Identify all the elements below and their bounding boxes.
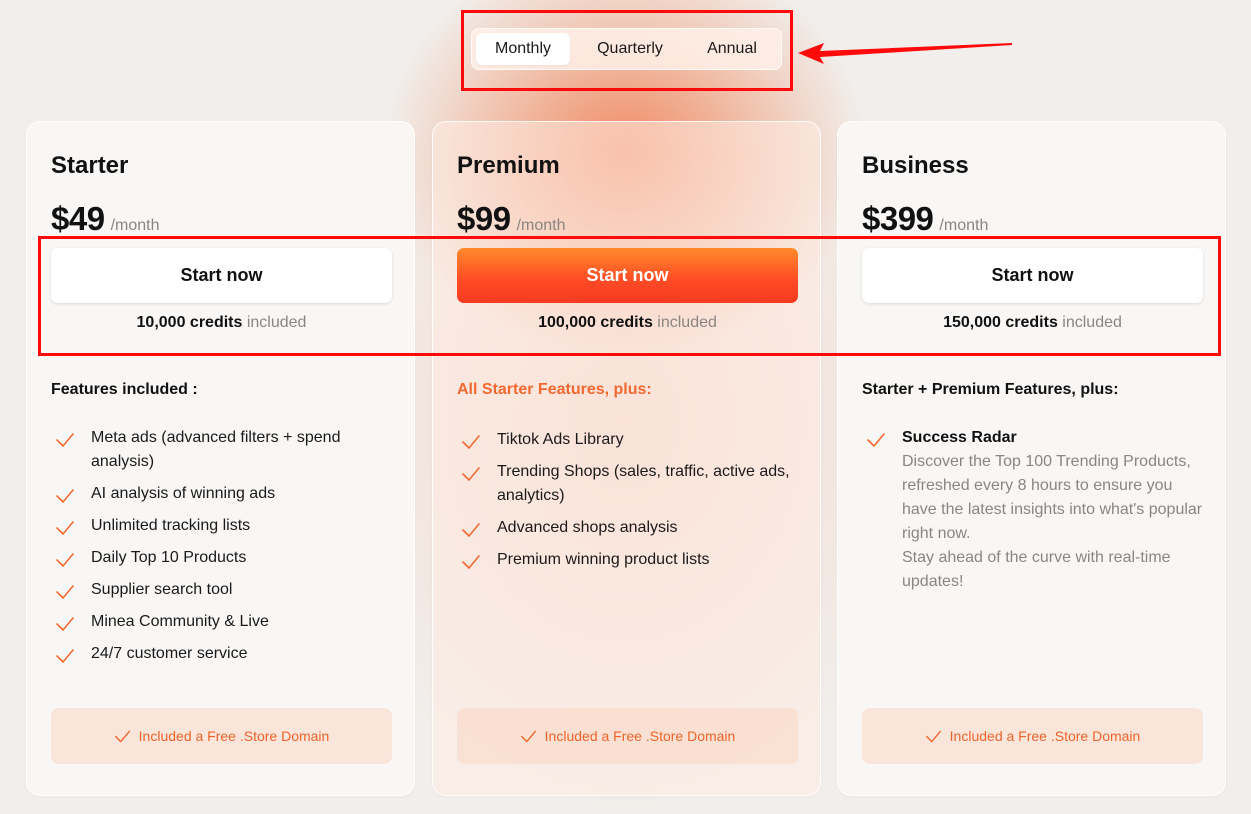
arrow-left-icon [798,43,1012,64]
feature-text: Tiktok Ads Library [497,431,624,448]
check-icon [862,426,902,594]
check-icon [925,730,941,742]
plan-period: /month [516,217,566,234]
free-domain-label: Included a Free .Store Domain [949,728,1141,744]
check-icon [51,482,91,506]
feature-item: Unlimited tracking lists [51,514,396,538]
feature-text: Meta ads (advanced filters + spend analy… [91,429,341,470]
credits-amount: 150,000 credits [943,314,1058,331]
plan-period: /month [110,217,160,234]
credits-info: 150,000 credits included [862,314,1203,332]
feature-item: Supplier search tool [51,578,396,602]
check-icon [51,514,91,538]
check-icon [457,428,497,452]
check-icon [51,546,91,570]
feature-item: Advanced shops analysis [457,516,802,540]
credits-suffix: included [246,314,307,331]
billing-period-toggle[interactable]: Monthly Quarterly Annual [471,28,782,70]
check-icon [114,730,130,742]
feature-text: 24/7 customer service [91,645,248,662]
feature-item: Tiktok Ads Library [457,428,802,452]
check-icon [51,578,91,602]
feature-description: Discover the Top 100 Trending Products, … [902,453,1203,542]
plan-period: /month [939,217,989,234]
feature-text: Daily Top 10 Products [91,549,247,566]
feature-text: Minea Community & Live [91,613,269,630]
feature-item: Minea Community & Live [51,610,396,634]
toggle-annual[interactable]: Annual [690,33,774,65]
features-heading: Features included : [51,381,198,398]
credits-suffix: included [657,314,717,331]
credits-amount: 10,000 credits [136,314,243,331]
free-domain-label: Included a Free .Store Domain [138,728,330,744]
free-domain-note: Included a Free .Store Domain [862,708,1203,764]
check-icon [457,516,497,540]
feature-item: AI analysis of winning ads [51,482,396,506]
start-now-button[interactable]: Start now [51,248,392,303]
check-icon [51,426,91,474]
feature-title: Success Radar [902,429,1017,446]
free-domain-note: Included a Free .Store Domain [457,708,798,764]
plan-card-business: Business $399 /month Start now 150,000 c… [837,121,1226,796]
plan-price: $49 [51,200,105,237]
toggle-quarterly[interactable]: Quarterly [574,33,686,65]
features-heading: All Starter Features, plus: [457,381,652,398]
plan-price: $399 [862,200,934,237]
check-icon [457,548,497,572]
feature-text: Supplier search tool [91,581,233,598]
check-icon [51,642,91,666]
feature-text: Advanced shops analysis [497,519,678,536]
start-now-button[interactable]: Start now [862,248,1203,303]
feature-list: Meta ads (advanced filters + spend analy… [51,426,396,674]
plan-name: Premium [457,152,560,179]
credits-amount: 100,000 credits [538,314,653,331]
toggle-monthly[interactable]: Monthly [476,33,570,65]
plan-price: $99 [457,200,511,237]
check-icon [51,610,91,634]
price-row: $399 /month [862,200,988,238]
credits-suffix: included [1062,314,1122,331]
feature-item: Trending Shops (sales, traffic, active a… [457,460,802,508]
feature-text: Trending Shops (sales, traffic, active a… [497,463,790,504]
feature-item: Premium winning product lists [457,548,802,572]
free-domain-label: Included a Free .Store Domain [544,728,736,744]
feature-text: Unlimited tracking lists [91,517,251,534]
features-heading: Starter + Premium Features, plus: [862,381,1119,398]
price-row: $49 /month [51,200,159,238]
feature-item: 24/7 customer service [51,642,396,666]
plan-card-premium: Premium $99 /month Start now 100,000 cre… [432,121,821,796]
plan-name: Business [862,152,969,179]
feature-item: Meta ads (advanced filters + spend analy… [51,426,396,474]
credits-info: 10,000 credits included [51,314,392,332]
feature-description-2: Stay ahead of the curve with real-time u… [902,549,1171,590]
free-domain-note: Included a Free .Store Domain [51,708,392,764]
feature-item: Success Radar Discover the Top 100 Trend… [862,426,1207,594]
check-icon [520,730,536,742]
feature-text: Premium winning product lists [497,551,710,568]
feature-list: Tiktok Ads Library Trending Shops (sales… [457,428,802,580]
feature-list: Success Radar Discover the Top 100 Trend… [862,426,1207,602]
plan-name: Starter [51,152,129,179]
price-row: $99 /month [457,200,565,238]
feature-item: Daily Top 10 Products [51,546,396,570]
plan-card-starter: Starter $49 /month Start now 10,000 cred… [26,121,415,796]
credits-info: 100,000 credits included [457,314,798,332]
feature-text: AI analysis of winning ads [91,485,276,502]
check-icon [457,460,497,508]
start-now-button[interactable]: Start now [457,248,798,303]
feature-text: Success Radar Discover the Top 100 Trend… [902,426,1207,594]
